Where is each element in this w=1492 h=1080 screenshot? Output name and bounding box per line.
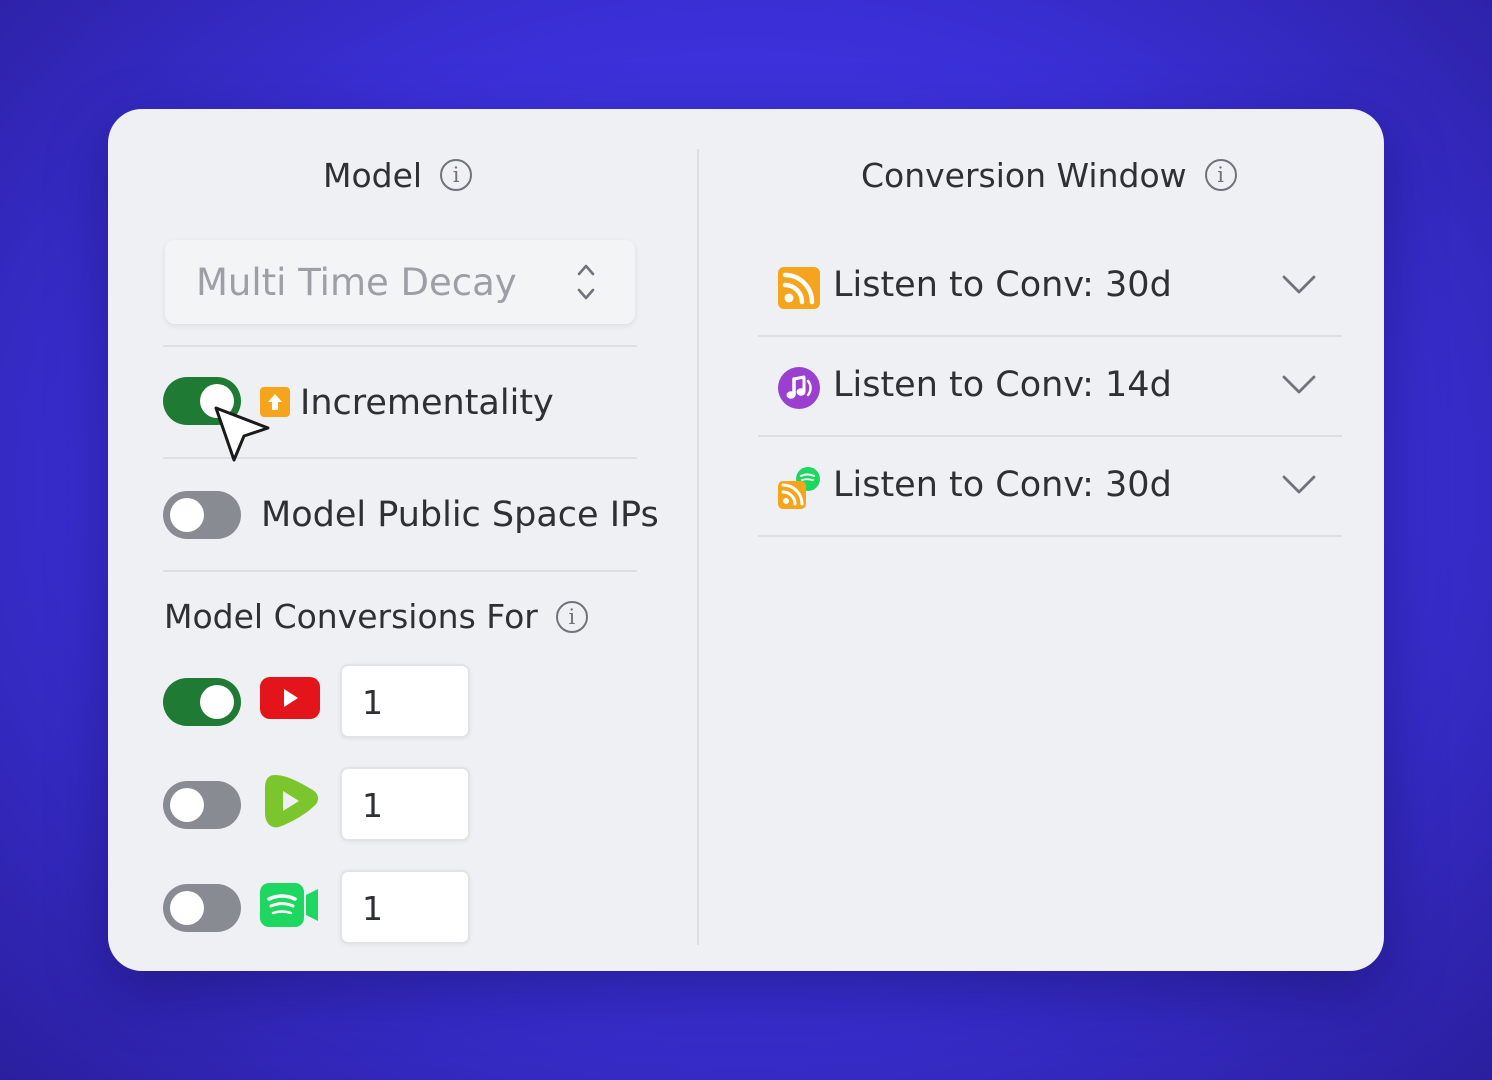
conversions-title: Model Conversions For: [164, 597, 538, 636]
incrementality-label: Incrementality: [300, 383, 554, 423]
conversions-header: Model Conversions For i: [164, 597, 588, 636]
mouse-pointer-icon: [214, 406, 270, 462]
apple-podcasts-icon: [778, 367, 820, 409]
spotify-video-weight-input[interactable]: 1: [340, 870, 470, 944]
info-icon[interactable]: i: [440, 159, 473, 191]
youtube-weight-input[interactable]: 1: [340, 664, 470, 738]
sort-arrows-icon: [577, 264, 595, 300]
rumble-toggle[interactable]: [163, 781, 241, 829]
youtube-toggle[interactable]: [163, 678, 241, 726]
chevron-down-icon[interactable]: [1282, 275, 1316, 295]
info-icon[interactable]: i: [555, 600, 588, 633]
conversion-window-label: Listen to Conv: 30d: [833, 465, 1172, 505]
conversion-window-label: Listen to Conv: 30d: [833, 265, 1172, 305]
separator: [163, 570, 637, 572]
chevron-down-icon[interactable]: [1282, 375, 1316, 395]
spotify-video-icon: [260, 883, 318, 927]
model-header: Model i: [323, 155, 473, 195]
conversion-window-item[interactable]: Listen to Conv: 30d: [758, 237, 1342, 337]
info-icon[interactable]: i: [1204, 159, 1237, 191]
settings-card: Model i Multi Time Decay Incrementality …: [108, 109, 1384, 971]
chevron-down-icon[interactable]: [1282, 475, 1316, 495]
public-space-label: Model Public Space IPs: [261, 495, 659, 535]
conversion-window-item[interactable]: Listen to Conv: 30d: [758, 437, 1342, 537]
rumble-weight-input[interactable]: 1: [340, 767, 470, 841]
conversion-window-title: Conversion Window: [861, 155, 1187, 195]
model-select-value: Multi Time Decay: [196, 260, 517, 304]
conversion-window-label: Listen to Conv: 14d: [833, 365, 1172, 405]
public-space-toggle[interactable]: [163, 491, 241, 539]
conversion-window-header: Conversion Window i: [861, 155, 1237, 195]
rss-spotify-icon: [778, 467, 820, 509]
conversion-window-item[interactable]: Listen to Conv: 14d: [758, 337, 1342, 437]
column-divider: [697, 149, 699, 945]
youtube-icon: [260, 677, 320, 719]
rss-icon: [778, 267, 820, 309]
rumble-icon: [265, 775, 319, 828]
model-select[interactable]: Multi Time Decay: [165, 240, 635, 324]
spotify-video-toggle[interactable]: [163, 884, 241, 932]
separator: [163, 345, 637, 347]
model-title: Model: [323, 155, 423, 195]
